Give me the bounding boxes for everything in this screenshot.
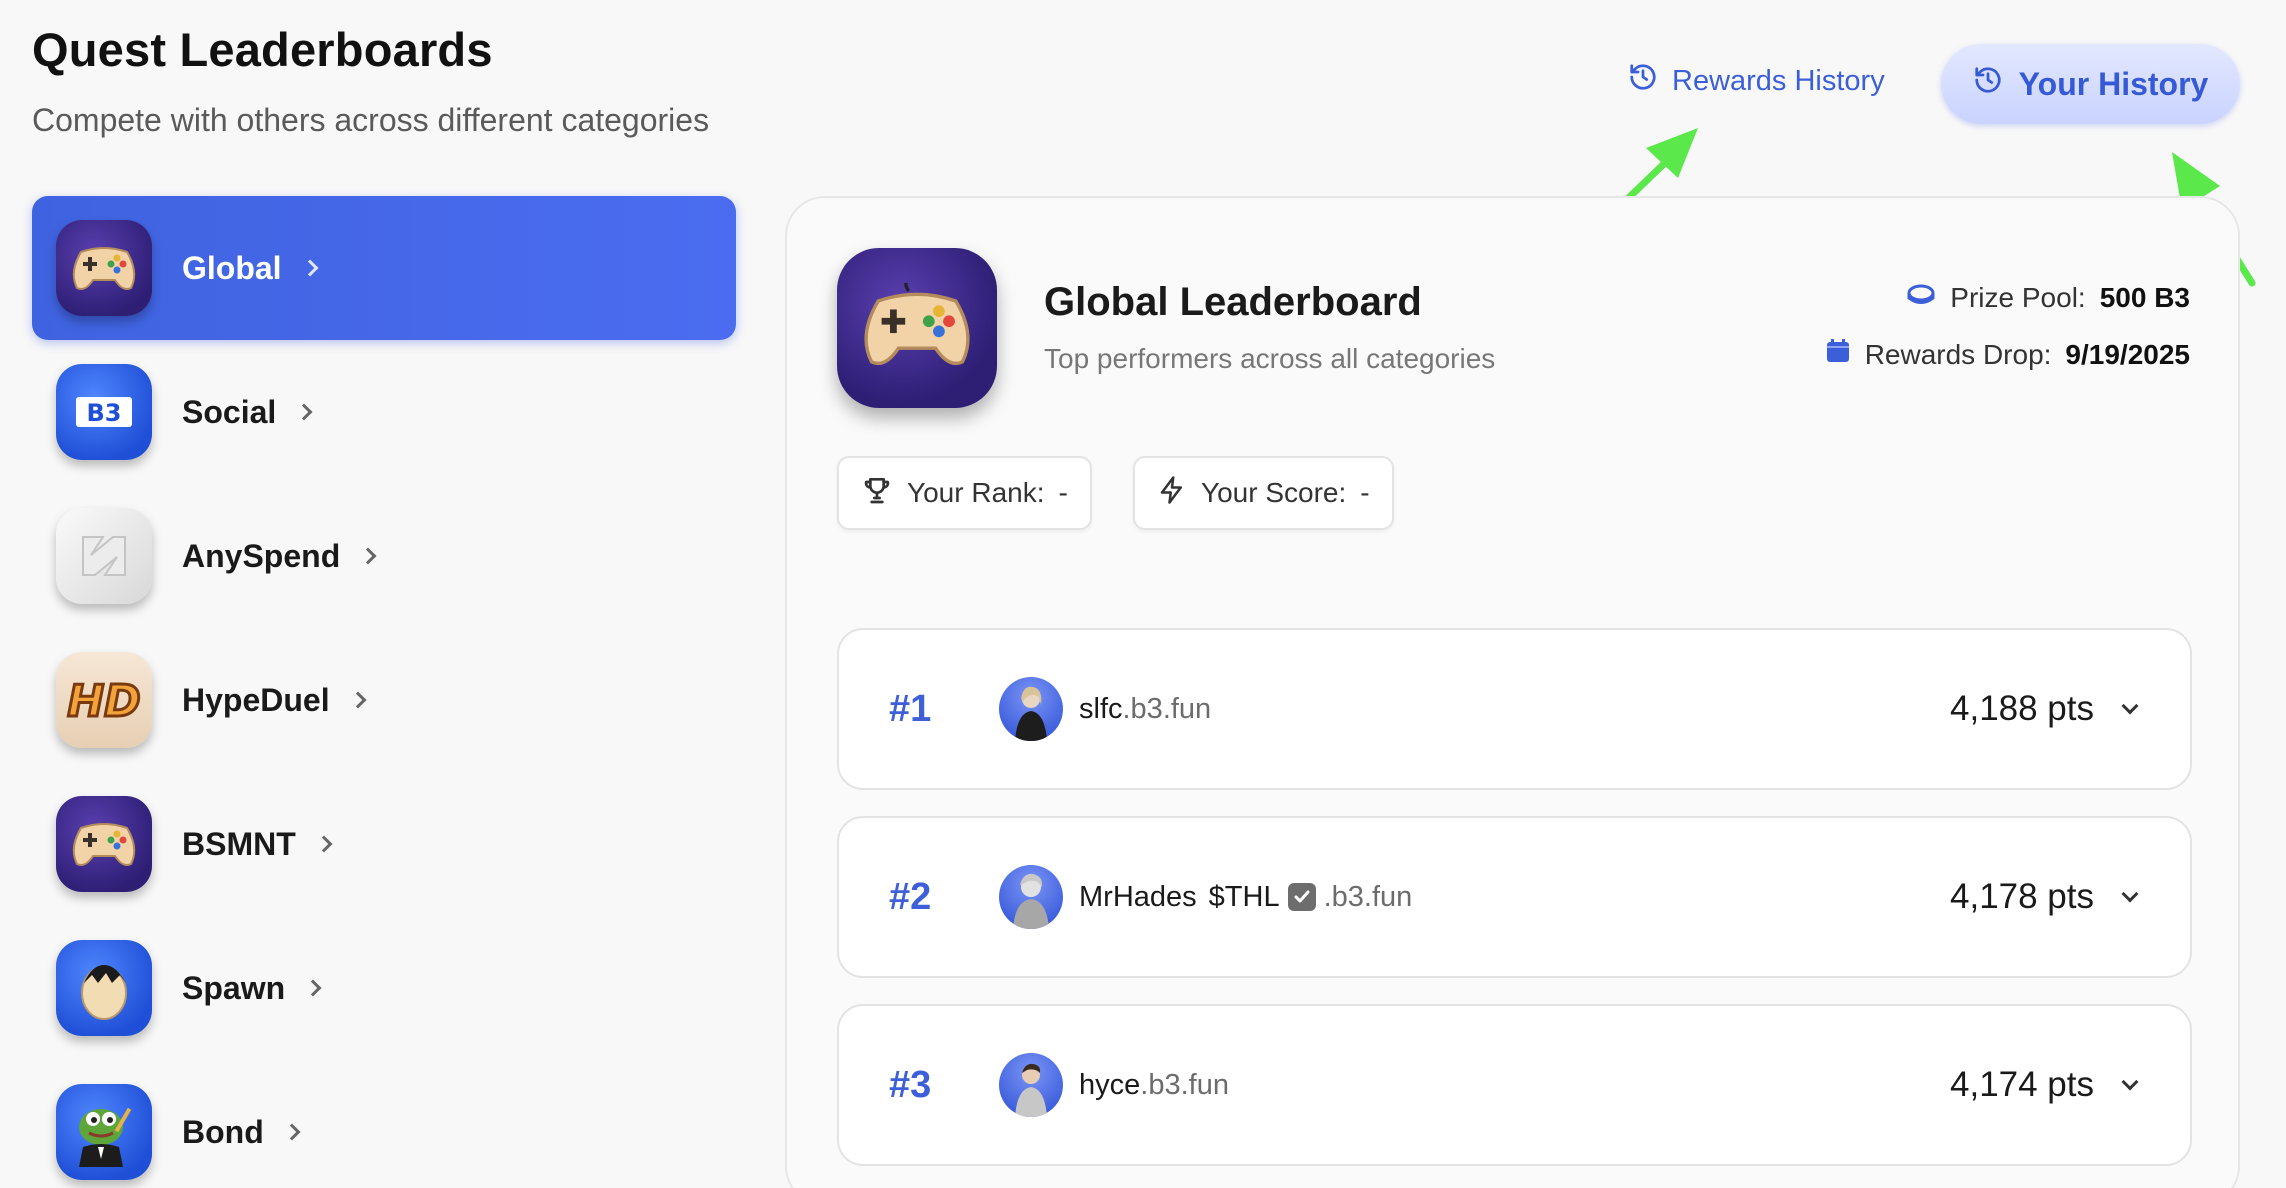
- chevron-right-icon: [295, 403, 313, 421]
- token-badge: $THL: [1208, 880, 1280, 913]
- chevron-right-icon: [315, 835, 333, 853]
- leaderboard-title: Global Leaderboard: [1044, 280, 1422, 324]
- chevron-right-icon: [304, 979, 322, 997]
- username: MrHades $THL .b3.fun: [1079, 881, 1412, 914]
- chevron-down-icon[interactable]: [2121, 1073, 2139, 1091]
- username-domain: .b3.fun: [1122, 692, 1212, 725]
- your-rank-label: Your Rank:: [907, 477, 1045, 508]
- sidebar-item-social[interactable]: B3 Social: [32, 340, 736, 484]
- svg-text:HD: HD: [67, 676, 140, 727]
- username: slfc .b3.fun: [1079, 693, 1211, 726]
- chevron-right-icon: [301, 259, 319, 277]
- svg-text:B3: B3: [87, 399, 122, 427]
- chevron-right-icon: [359, 547, 377, 565]
- trophy-icon: [861, 474, 893, 513]
- points-value: 4,188 pts: [1950, 689, 2094, 728]
- avatar: [999, 677, 1063, 741]
- page-title: Quest Leaderboards: [32, 23, 493, 76]
- avatar: [999, 865, 1063, 929]
- sidebar-item-label: Bond: [182, 1113, 264, 1150]
- your-score-label: Your Score:: [1201, 477, 1347, 508]
- frog-icon: [56, 1084, 152, 1180]
- gamepad-icon: [56, 796, 152, 892]
- egg-icon: [56, 940, 152, 1036]
- history-icon: [1973, 65, 2003, 103]
- rewards-drop: Rewards Drop: 9/19/2025: [1825, 338, 2190, 371]
- rank-number: #1: [889, 687, 932, 730]
- your-rank-value: -: [1058, 477, 1068, 508]
- sidebar-item-label: Spawn: [182, 969, 286, 1006]
- calendar-icon: [1825, 338, 1851, 371]
- rank-number: #3: [889, 1063, 932, 1106]
- avatar: [999, 1053, 1063, 1117]
- leaderboard-panel: Global Leaderboard Top performers across…: [785, 196, 2240, 1188]
- sidebar-item-global[interactable]: Global: [32, 196, 736, 340]
- prize-pool-label: Prize Pool:: [1950, 282, 2086, 313]
- leaderboard-row[interactable]: #1 slfc .b3.fun 4,188 pts: [837, 628, 2192, 790]
- rewards-drop-label: Rewards Drop:: [1864, 338, 2052, 370]
- your-score-chip: Your Score: -: [1133, 456, 1394, 530]
- lightning-icon: [1157, 474, 1187, 513]
- sidebar-item-anyspend[interactable]: AnySpend: [32, 484, 736, 628]
- anyspend-logo-icon: [56, 508, 152, 604]
- rewards-history-label: Rewards History: [1672, 64, 1885, 97]
- leaderboard-row[interactable]: #3 hyce .b3.fun 4,174 pts: [837, 1004, 2192, 1166]
- points-value: 4,178 pts: [1950, 877, 2094, 916]
- gamepad-icon: [56, 220, 152, 316]
- rewards-drop-value: 9/19/2025: [2065, 338, 2190, 370]
- sidebar-item-label: Global: [182, 249, 282, 286]
- sidebar-item-label: BSMNT: [182, 825, 296, 862]
- coin-icon: [1906, 282, 1936, 314]
- chevron-right-icon: [283, 1123, 301, 1141]
- chevron-right-icon: [349, 691, 367, 709]
- points-value: 4,174 pts: [1950, 1065, 2094, 1104]
- chevron-down-icon[interactable]: [2121, 697, 2139, 715]
- sidebar-item-spawn[interactable]: Spawn: [32, 916, 736, 1060]
- prize-pool-value: 500 B3: [2099, 282, 2190, 313]
- username: hyce .b3.fun: [1079, 1069, 1229, 1102]
- prize-pool: Prize Pool: 500 B3: [1906, 282, 2190, 314]
- your-history-button[interactable]: Your History: [1941, 44, 2240, 124]
- rank-number: #2: [889, 875, 932, 918]
- sidebar-item-bsmnt[interactable]: BSMNT: [32, 772, 736, 916]
- username-handle: hyce: [1079, 1068, 1141, 1101]
- chevron-down-icon[interactable]: [2121, 885, 2139, 903]
- leaderboard-subtitle: Top performers across all categories: [1044, 343, 1496, 374]
- leaderboard-row[interactable]: #2 MrHades $THL .b3.fun 4,178 pts: [837, 816, 2192, 978]
- page-subtitle: Compete with others across different cat…: [32, 102, 710, 138]
- hd-logo-icon: HD: [56, 652, 152, 748]
- gamepad-icon: [837, 248, 997, 408]
- history-icon: [1628, 62, 1658, 100]
- your-score-value: -: [1360, 477, 1370, 508]
- sidebar-item-label: Social: [182, 393, 277, 430]
- category-sidebar: Global B3 Social AnySpend HD HypeDuel BS…: [32, 196, 736, 1188]
- page: Quest Leaderboards Compete with others a…: [0, 0, 2286, 1188]
- verified-check-icon: [1287, 883, 1316, 911]
- rewards-history-link[interactable]: Rewards History: [1628, 62, 1885, 100]
- sidebar-item-bond[interactable]: Bond: [32, 1060, 736, 1188]
- your-history-label: Your History: [2018, 65, 2209, 102]
- your-rank-chip: Your Rank: -: [837, 456, 1092, 530]
- username-handle: MrHades: [1079, 880, 1197, 913]
- username-domain: .b3.fun: [1140, 1068, 1229, 1101]
- sidebar-item-label: AnySpend: [182, 537, 341, 574]
- username-handle: slfc: [1079, 692, 1123, 725]
- sidebar-item-label: HypeDuel: [182, 681, 330, 718]
- username-domain: .b3.fun: [1323, 880, 1413, 913]
- sidebar-item-hypeduel[interactable]: HD HypeDuel: [32, 628, 736, 772]
- b3-logo-icon: B3: [56, 364, 152, 460]
